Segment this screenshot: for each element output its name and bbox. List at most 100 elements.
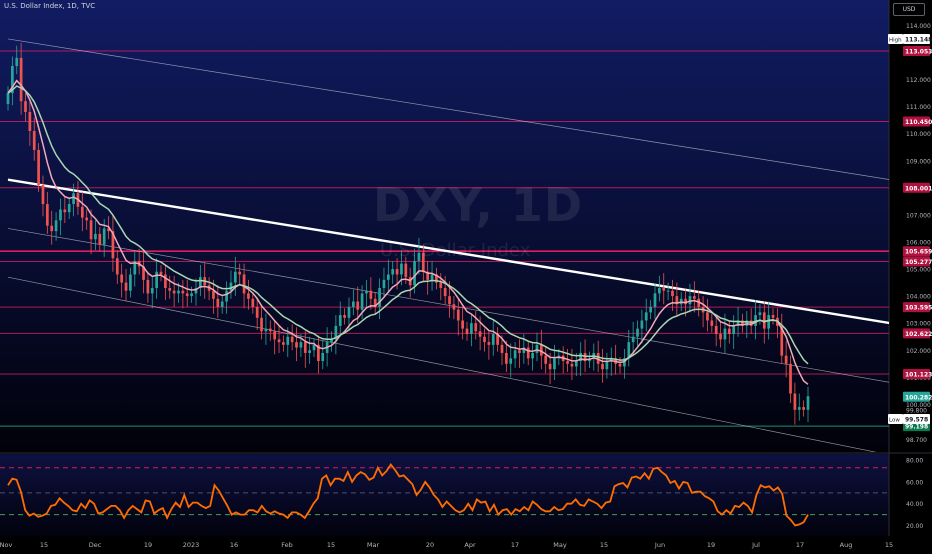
candle-body xyxy=(658,287,661,294)
candle-body xyxy=(802,407,805,410)
candle-body xyxy=(518,350,521,353)
currency-button[interactable]: USD xyxy=(893,3,925,16)
candle-body xyxy=(260,317,263,332)
candle-body xyxy=(19,57,23,102)
candle-body xyxy=(483,336,486,343)
candle-body xyxy=(470,323,473,335)
candle-body xyxy=(601,363,604,370)
candle-body xyxy=(478,331,482,337)
candle-body xyxy=(771,315,775,318)
time-tick-label: 15 xyxy=(327,541,335,549)
candle-body xyxy=(758,312,762,316)
hl-label: High xyxy=(889,38,902,44)
time-tick-label: Mar xyxy=(367,541,380,549)
candle-body xyxy=(54,220,58,232)
hl-label: Low xyxy=(889,418,900,424)
candle-body xyxy=(631,336,635,343)
candle-body xyxy=(692,296,696,299)
candle-body xyxy=(526,347,530,359)
candle-body xyxy=(24,101,27,113)
candle-body xyxy=(41,185,45,205)
candle-body xyxy=(448,296,451,305)
price-tag: 105.659 xyxy=(905,249,932,256)
candle-body xyxy=(146,279,150,294)
candle-body xyxy=(452,304,456,310)
candle-body xyxy=(15,57,19,67)
candle-body xyxy=(369,290,373,299)
candle-body xyxy=(732,325,736,335)
candle-body xyxy=(386,274,390,280)
candle-body xyxy=(85,217,89,221)
candle-body xyxy=(378,287,381,307)
candle-body xyxy=(356,301,360,310)
price-tick-label: 110.000 xyxy=(906,131,931,138)
price-tick-label: 98.700 xyxy=(906,437,927,444)
rsi-tick-label: 20.00 xyxy=(906,523,923,530)
time-tick-label: Jun xyxy=(654,541,665,549)
candle-body xyxy=(32,130,36,150)
time-tick-label: 2023 xyxy=(183,541,200,549)
candle-body xyxy=(360,293,364,310)
time-tick-label: Feb xyxy=(281,541,293,549)
price-tag: 103.595 xyxy=(905,305,932,312)
rsi-tick-label: 40.00 xyxy=(906,501,923,508)
candle-body xyxy=(474,323,478,332)
time-axis[interactable]: Nov 15 Dec 19 2023 16 Feb 15 Mar 20 Apr 17 May 15 Jun 1… xyxy=(0,541,893,549)
candle-body xyxy=(391,269,395,275)
price-tick-label: 111.000 xyxy=(906,104,931,111)
candle-body xyxy=(220,301,224,307)
price-tick-label: 104.000 xyxy=(906,294,931,301)
candle-body xyxy=(688,296,692,305)
price-tag: 101.123 xyxy=(905,371,932,378)
candle-body xyxy=(570,363,574,367)
candle-body xyxy=(404,263,408,278)
candle-body xyxy=(767,315,771,329)
chart-area[interactable]: 114.000113.000112.000111.000110.000109.0… xyxy=(0,0,932,550)
candle-body xyxy=(67,204,71,213)
candle-body xyxy=(544,355,548,364)
time-tick-label: 15 xyxy=(40,541,48,549)
candle-body xyxy=(242,274,246,294)
candle-body xyxy=(797,407,801,410)
price-tick-label: 103.000 xyxy=(906,321,931,328)
candle-body xyxy=(120,274,124,283)
candle-body xyxy=(644,312,648,321)
candle-body xyxy=(264,328,268,332)
candle-body xyxy=(251,298,255,307)
time-tick-label: Nov xyxy=(0,541,12,549)
price-tag: 113.053 xyxy=(905,49,932,56)
candle-body xyxy=(212,290,215,299)
candle-body xyxy=(102,228,106,245)
candle-body xyxy=(605,361,609,370)
price-tick-label: 114.000 xyxy=(906,23,931,30)
price-tick-label: 102.000 xyxy=(906,348,931,355)
candle-body xyxy=(491,334,495,345)
time-tick-label: Aug xyxy=(840,541,853,549)
candle-body xyxy=(710,320,714,326)
candle-body xyxy=(45,204,49,226)
price-tag: 110.450 xyxy=(905,119,932,126)
candle-body xyxy=(155,271,158,288)
candle-body xyxy=(636,328,639,337)
time-tick-label: 15 xyxy=(885,541,893,549)
candle-body xyxy=(255,306,259,318)
candle-body xyxy=(286,336,290,345)
candle-body xyxy=(365,290,368,294)
candle-body xyxy=(395,269,399,275)
candle-body xyxy=(465,328,469,335)
candle-body xyxy=(666,290,670,292)
chart-svg[interactable]: 114.000113.000112.000111.000110.000109.0… xyxy=(0,0,932,550)
hl-value: 113.148 xyxy=(905,37,932,44)
time-tick-label: May xyxy=(553,541,567,549)
rsi-tick-label: 60.00 xyxy=(906,479,923,486)
candle-body xyxy=(290,336,294,343)
candle-body xyxy=(98,233,102,245)
candle-body xyxy=(662,287,666,291)
candle-body xyxy=(618,363,622,367)
candle-body xyxy=(282,342,285,345)
candle-body xyxy=(382,279,386,288)
candle-body xyxy=(443,287,447,297)
candle-body xyxy=(352,301,355,307)
rsi-tick-label: 80.00 xyxy=(906,458,923,465)
candle-body xyxy=(50,225,54,232)
